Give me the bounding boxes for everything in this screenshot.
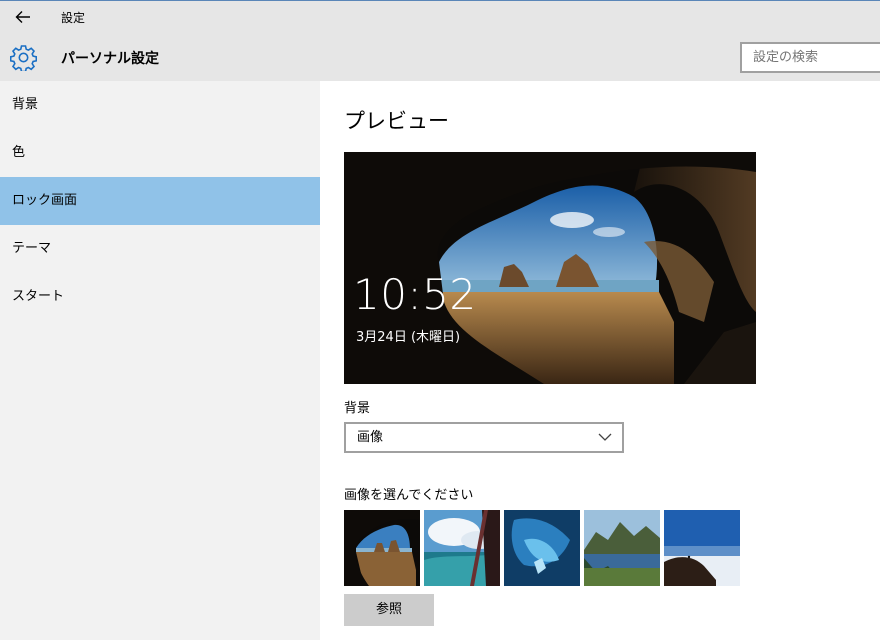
sidebar-item-themes[interactable]: テーマ (0, 225, 320, 273)
sidebar-item-label: 背景 (12, 97, 39, 112)
thumbnail-ice-cave[interactable] (504, 510, 580, 586)
sidebar: 背景 色 ロック画面 テーマ スタート (0, 81, 320, 640)
background-label: 背景 (344, 401, 371, 416)
search-input[interactable] (740, 42, 880, 73)
lock-screen-preview: 10:52 3月24日 (木曜日) (344, 152, 756, 384)
arrow-left-icon (15, 11, 30, 23)
sidebar-item-label: スタート (12, 289, 65, 304)
choose-image-label: 画像を選んでください (344, 488, 474, 503)
background-dropdown-value: 画像 (357, 430, 384, 445)
thumbnail-cliff-sea[interactable] (664, 510, 740, 586)
main-content: プレビュー 10:52 3月24日 (木曜日) 背景 画像 画像を選んでください… (320, 81, 880, 640)
preview-image (344, 152, 756, 384)
thumbnail-aerial-coast[interactable] (424, 510, 500, 586)
sidebar-item-colors[interactable]: 色 (0, 129, 320, 177)
image-thumbnails (344, 510, 744, 586)
chevron-down-icon (598, 433, 612, 441)
browse-button[interactable]: 参照 (344, 594, 434, 626)
sidebar-item-label: ロック画面 (12, 193, 78, 208)
page-header: パーソナル設定 (0, 33, 880, 81)
sidebar-item-start[interactable]: スタート (0, 273, 320, 321)
page-title: パーソナル設定 (61, 51, 159, 67)
lock-screen-date: 3月24日 (木曜日) (356, 330, 461, 345)
title-bar: 設定 (0, 0, 880, 33)
sidebar-item-background[interactable]: 背景 (0, 81, 320, 129)
sidebar-item-label: テーマ (12, 241, 52, 256)
thumbnail-mountain-lake[interactable] (584, 510, 660, 586)
window-top-border (0, 0, 880, 1)
lock-screen-time: 10:52 (353, 270, 477, 319)
sidebar-item-lock-screen[interactable]: ロック画面 (0, 177, 320, 225)
gear-icon (10, 45, 37, 71)
preview-heading: プレビュー (344, 109, 449, 133)
sidebar-item-label: 色 (12, 145, 26, 160)
back-button[interactable] (10, 6, 36, 28)
window-title: 設定 (61, 11, 86, 25)
thumbnail-cave-beach[interactable] (344, 510, 420, 586)
background-dropdown[interactable]: 画像 (344, 422, 624, 453)
